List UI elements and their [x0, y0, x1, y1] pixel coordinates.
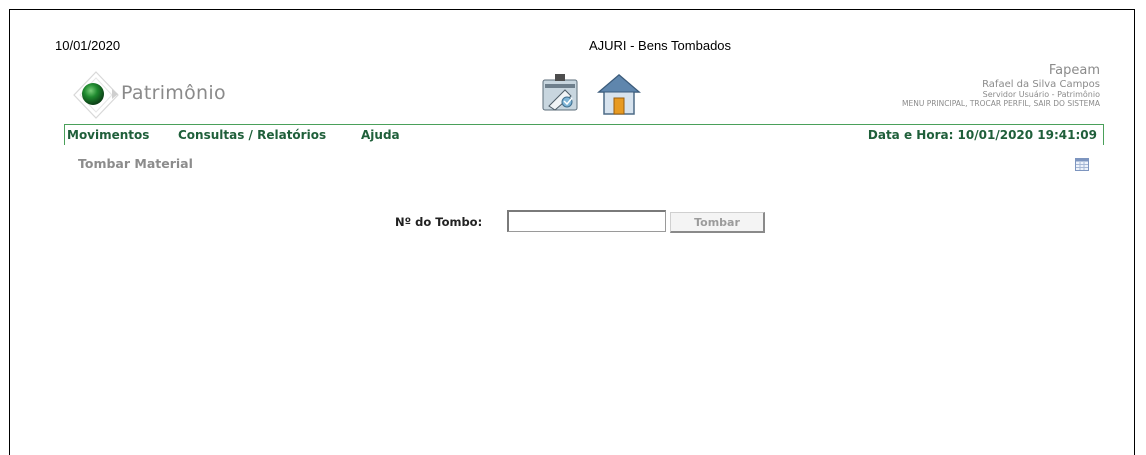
menu-ajuda[interactable]: Ajuda [361, 128, 400, 142]
user-info: Fapeam Rafael da Silva Campos Servidor U… [902, 63, 1100, 109]
tombo-label: Nº do Tombo: [395, 215, 483, 229]
user-links[interactable]: MENU PRINCIPAL, TROCAR PERFIL, SAIR DO S… [902, 99, 1100, 109]
tombar-button[interactable]: Tombar [670, 212, 765, 233]
tools-icon[interactable] [542, 74, 578, 111]
tombo-input[interactable] [507, 210, 666, 232]
toolbar-icons [541, 72, 642, 120]
logo-text: Patrimônio [121, 82, 226, 104]
menu-movimentos[interactable]: Movimentos [67, 128, 149, 142]
datetime-display: Data e Hora: 10/01/2020 19:41:09 [867, 128, 1097, 142]
organization-name: Fapeam [1048, 63, 1100, 78]
app-title: AJURI - Bens Tombados [588, 38, 732, 53]
logo-emblem-icon [73, 71, 119, 119]
calendar-icon[interactable] [1075, 158, 1089, 171]
page-title: Tombar Material [78, 156, 193, 171]
user-name: Rafael da Silva Campos [982, 78, 1100, 90]
menu-consultas-relatorios[interactable]: Consultas / Relatórios [178, 128, 326, 142]
top-date: 10/01/2020 [55, 38, 121, 53]
home-icon[interactable] [596, 74, 642, 115]
menu-bar: Movimentos Consultas / Relatórios Ajuda … [64, 124, 1104, 145]
